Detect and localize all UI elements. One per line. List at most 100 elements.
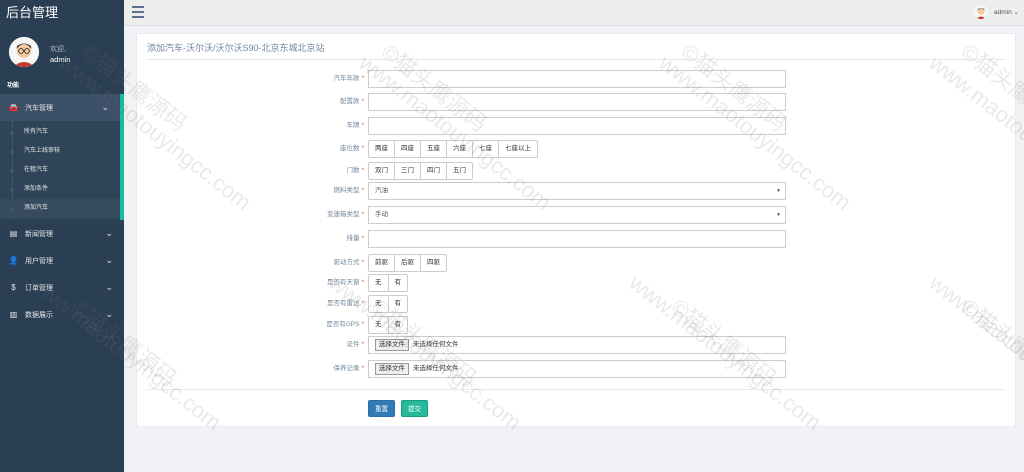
row-seats: 座位数 * 两座 四座 五座 六座 七座 七座以上: [137, 140, 1017, 158]
displacement-label: 排量: [346, 235, 360, 242]
submenu-car-review[interactable]: 汽车上线审核: [0, 142, 120, 161]
row-gps: 是否有GPS * 无 有: [137, 316, 1017, 334]
bar-chart-icon: ▥: [9, 310, 18, 319]
year-label: 汽车年款: [333, 75, 360, 82]
seats-option-4[interactable]: 四座: [394, 140, 421, 158]
gearbox-value: 手动: [375, 211, 388, 218]
chevron-down-icon: ⌄: [1013, 9, 1019, 16]
car-submenu: 所有汽车 汽车上线审核 在租汽车 添加条件 添加汽车: [0, 121, 124, 220]
radar-option-no[interactable]: 无: [368, 295, 389, 313]
row-certificate: 证件 * 选择文件 未选择任何文件: [137, 336, 1017, 354]
displacement-input[interactable]: [368, 230, 786, 248]
seats-option-7plus[interactable]: 七座以上: [498, 140, 538, 158]
gps-option-yes[interactable]: 有: [387, 316, 408, 334]
submenu-add-condition[interactable]: 添加条件: [0, 180, 120, 199]
sunroof-option-yes[interactable]: 有: [387, 274, 408, 292]
doors-option-3[interactable]: 三门: [394, 162, 421, 180]
seats-option-2[interactable]: 两座: [368, 140, 395, 158]
fuel-select[interactable]: 汽油 ▼: [368, 182, 786, 200]
certificate-file-status: 未选择任何文件: [412, 341, 459, 348]
sidebar-item-data-display[interactable]: ▥ 数据展示 ⌄: [0, 301, 124, 328]
plate-label: 车牌: [346, 122, 360, 129]
sidebar: 后台管理 欢迎, admin 功能 🚘 汽车管理 ⌄ 所有汽车 汽车上线审核 在…: [0, 0, 124, 472]
sidebar-item-label: 用户管理: [24, 258, 53, 265]
reset-button[interactable]: 重置: [368, 400, 395, 417]
row-insurance: 保养记录 * 选择文件 未选择任何文件: [137, 360, 1017, 378]
submenu-add-car[interactable]: 添加汽车: [0, 199, 120, 218]
topbar-username: admin: [994, 9, 1012, 16]
page-title: 添加汽车-沃尔沃/沃尔沃S90-北京东城北京站: [147, 43, 325, 53]
row-plate: 车牌 *: [137, 117, 1017, 135]
seats-option-7[interactable]: 七座: [472, 140, 499, 158]
brand-title[interactable]: 后台管理: [0, 0, 124, 28]
doors-option-2[interactable]: 双门: [368, 162, 395, 180]
gearbox-label: 变速箱类型: [326, 211, 360, 218]
doors-label: 门数: [346, 167, 360, 174]
profile: 欢迎, admin: [0, 28, 124, 74]
gps-options: 无 有: [368, 316, 408, 334]
insurance-choose-file-button[interactable]: 选择文件: [375, 363, 409, 375]
submenu-renting-cars[interactable]: 在租汽车: [0, 161, 120, 180]
config-label: 配置款: [339, 98, 360, 105]
chevron-down-icon: ⌄: [105, 255, 113, 265]
year-input[interactable]: [368, 70, 786, 88]
insurance-file-input: 选择文件 未选择任何文件: [368, 360, 786, 378]
row-displacement: 排量 *: [137, 230, 1017, 248]
submit-button[interactable]: 提交: [401, 400, 428, 417]
drive-label: 驱动方式: [333, 259, 360, 266]
sidebar-item-label: 汽车管理: [24, 105, 53, 112]
sidebar-item-order-management[interactable]: $ 订单管理 ⌄: [0, 274, 124, 301]
row-fuel: 燃料类型 * 汽油 ▼: [137, 182, 1017, 200]
row-drive: 驱动方式 * 前驱 后驱 四驱: [137, 254, 1017, 272]
dollar-icon: $: [11, 283, 16, 292]
top-navbar: admin ⌄: [124, 0, 1024, 26]
drive-option-4wd[interactable]: 四驱: [420, 254, 447, 272]
sunroof-label: 是否有天窗: [326, 279, 360, 286]
row-sunroof: 是否有天窗 * 无 有: [137, 274, 1017, 292]
sidebar-username: admin: [50, 55, 71, 64]
gps-option-no[interactable]: 无: [368, 316, 389, 334]
sidebar-item-car-management[interactable]: 🚘 汽车管理 ⌄: [0, 94, 124, 121]
fuel-value: 汽油: [375, 187, 388, 194]
certificate-file-input: 选择文件 未选择任何文件: [368, 336, 786, 354]
sidebar-item-label: 数据展示: [24, 312, 53, 319]
row-gearbox: 变速箱类型 * 手动 ▼: [137, 206, 1017, 224]
user-dropdown[interactable]: admin ⌄: [974, 4, 1019, 22]
drive-option-rear[interactable]: 后驱: [394, 254, 421, 272]
seats-options: 两座 四座 五座 六座 七座 七座以上: [368, 140, 538, 158]
menu-toggle-icon[interactable]: [132, 6, 144, 18]
seats-label: 座位数: [339, 145, 360, 152]
user-icon: 👤: [8, 256, 19, 265]
sidebar-item-news-management[interactable]: ▤ 新闻管理 ⌄: [0, 220, 124, 247]
certificate-choose-file-button[interactable]: 选择文件: [375, 339, 409, 351]
fuel-label: 燃料类型: [333, 187, 360, 194]
drive-option-front[interactable]: 前驱: [368, 254, 395, 272]
row-doors: 门数 * 双门 三门 四门 五门: [137, 162, 1017, 180]
welcome-text: 欢迎,: [50, 46, 66, 53]
car-icon: 🚘: [8, 103, 19, 112]
radar-option-yes[interactable]: 有: [387, 295, 408, 313]
gearbox-select[interactable]: 手动 ▼: [368, 206, 786, 224]
seats-option-5[interactable]: 五座: [420, 140, 447, 158]
sidebar-item-label: 新闻管理: [24, 231, 53, 238]
certificate-label: 证件: [346, 341, 360, 348]
submenu-all-cars[interactable]: 所有汽车: [0, 123, 120, 142]
chevron-down-icon: ⌄: [105, 228, 113, 238]
row-radar: 是否有雷达 * 无 有: [137, 295, 1017, 313]
sunroof-option-no[interactable]: 无: [368, 274, 389, 292]
seats-option-6[interactable]: 六座: [446, 140, 473, 158]
doors-options: 双门 三门 四门 五门: [368, 162, 473, 180]
sidebar-item-user-management[interactable]: 👤 用户管理 ⌄: [0, 247, 124, 274]
avatar: [9, 37, 39, 67]
doors-option-4[interactable]: 四门: [420, 162, 447, 180]
drive-options: 前驱 后驱 四驱: [368, 254, 447, 272]
insurance-label: 保养记录: [333, 365, 360, 372]
row-year: 汽车年款 *: [137, 70, 1017, 88]
plate-input[interactable]: [368, 117, 786, 135]
doors-option-5[interactable]: 五门: [446, 162, 473, 180]
sunroof-options: 无 有: [368, 274, 408, 292]
user-avatar: [974, 5, 989, 20]
config-input[interactable]: [368, 93, 786, 111]
section-title: 功能: [7, 83, 20, 89]
chevron-down-icon: ⌄: [105, 282, 113, 292]
